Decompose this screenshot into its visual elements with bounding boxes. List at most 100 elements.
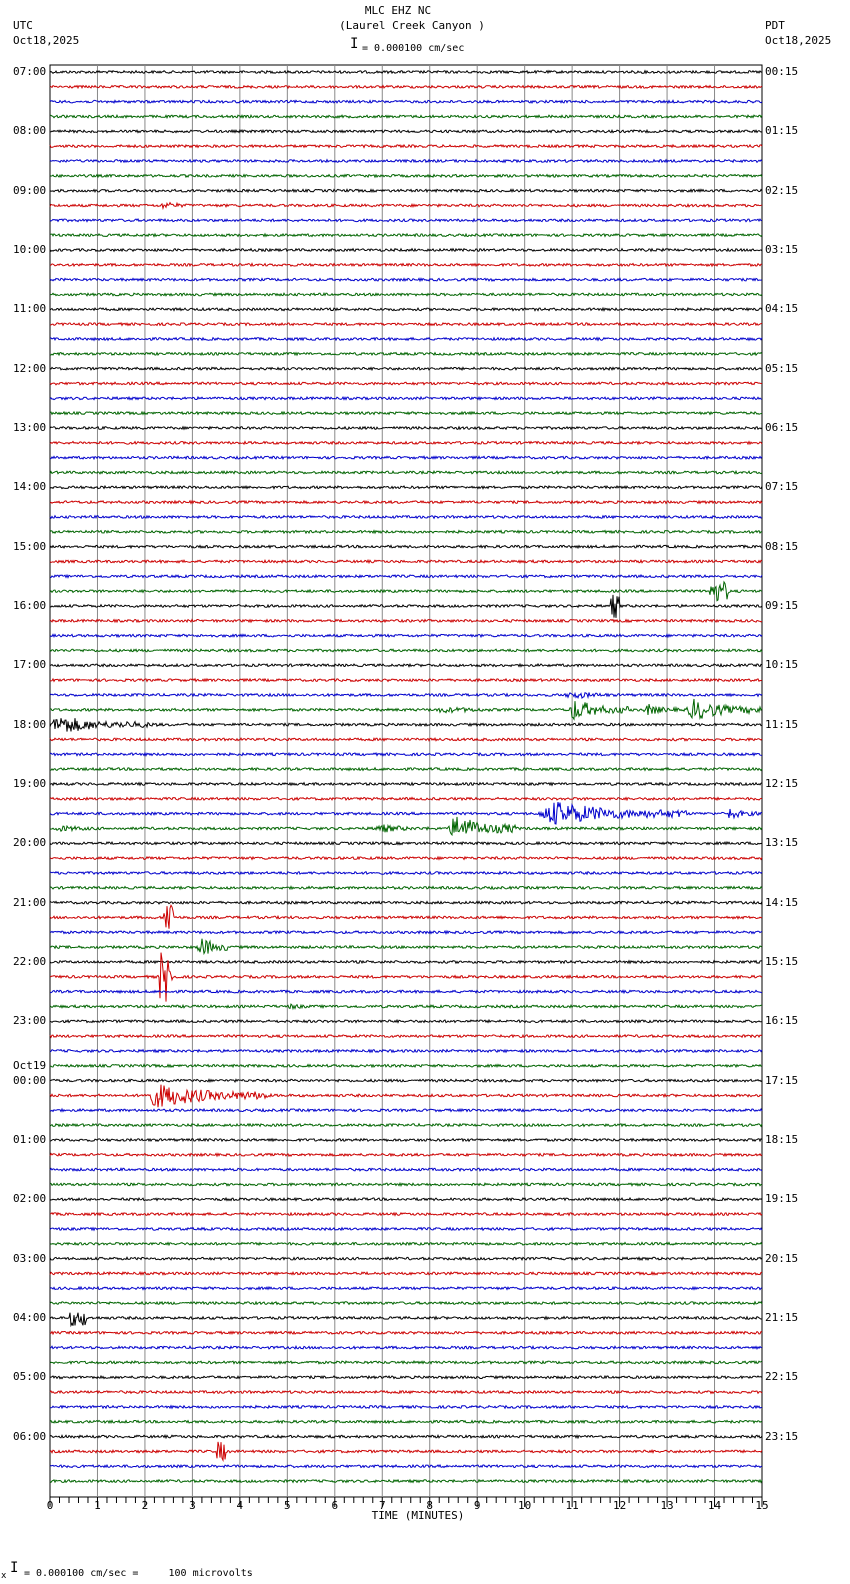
x-tick-label: 0 <box>46 1499 54 1512</box>
trace-line <box>49 1312 763 1328</box>
utc-hour-label: 07:00 <box>13 65 47 78</box>
footer-scale-text: = 0.000100 cm/sec = 100 microvolts <box>24 1568 253 1579</box>
trace-line <box>49 484 763 490</box>
trace-line <box>49 698 763 721</box>
trace-line <box>49 870 763 876</box>
trace-line <box>50 989 763 995</box>
pdt-hour-label: 20:15 <box>765 1251 799 1265</box>
utc-hour-label: 04:00 <box>13 1310 47 1324</box>
trace-line <box>49 262 763 268</box>
trace-line <box>49 1078 763 1084</box>
trace-line <box>49 1404 762 1410</box>
trace-line <box>49 1107 763 1113</box>
trace-line <box>49 469 763 475</box>
trace-line <box>49 247 763 253</box>
trace-line <box>49 99 763 104</box>
trace-line <box>49 277 763 283</box>
trace-line <box>49 737 763 742</box>
trace-line <box>49 1359 763 1366</box>
trace-line <box>49 904 763 929</box>
trace-line <box>49 952 763 1002</box>
trace-line <box>49 900 763 905</box>
pdt-hour-label: 10:15 <box>765 658 799 672</box>
trace-line <box>49 840 763 846</box>
utc-hour-label: 20:00 <box>13 836 47 850</box>
x-tick-label: 11 <box>565 1499 579 1512</box>
trace-line <box>49 1389 763 1395</box>
utc-hour-label: 00:00 <box>13 1073 47 1087</box>
trace-line <box>49 158 763 164</box>
x-tick-label: 10 <box>518 1499 532 1512</box>
trace-line <box>49 1084 763 1108</box>
utc-hour-label: 11:00 <box>13 302 47 316</box>
trace-line <box>49 1122 763 1128</box>
trace-line <box>49 113 763 120</box>
x-tick-label: 3 <box>189 1499 196 1512</box>
pdt-hour-label: 06:15 <box>765 420 799 434</box>
trace-line <box>49 1003 763 1011</box>
trace-line <box>50 662 763 668</box>
trace-line <box>49 766 763 772</box>
trace-line <box>49 781 763 787</box>
trace-line <box>49 718 763 732</box>
trace-line <box>49 173 763 179</box>
trace-line <box>49 1018 763 1024</box>
trace-line <box>49 1463 763 1469</box>
utc-hour-label: 06:00 <box>13 1429 47 1443</box>
trace-line <box>49 336 763 342</box>
utc-hour-label: 22:00 <box>13 954 47 968</box>
utc-hour-label: 18:00 <box>13 717 47 731</box>
trace-line <box>49 201 763 211</box>
trace-line <box>49 691 763 700</box>
pdt-hour-label: 18:15 <box>765 1132 799 1146</box>
trace-line <box>49 677 763 683</box>
trace-line <box>49 1167 763 1173</box>
trace-line <box>49 351 763 357</box>
trace-line <box>49 816 763 837</box>
x-tick-label: 5 <box>284 1499 291 1512</box>
trace-line <box>49 381 762 386</box>
trace-line <box>49 558 763 565</box>
trace-line <box>49 217 763 223</box>
utc-hour-label: 01:00 <box>13 1132 47 1146</box>
x-tick-label: 15 <box>755 1499 769 1512</box>
trace-line <box>49 1270 763 1276</box>
trace-line <box>49 84 763 90</box>
trace-line <box>49 1374 763 1380</box>
trace-line <box>49 855 763 861</box>
pdt-hour-label: 07:15 <box>765 480 799 494</box>
trace-line <box>49 1478 763 1484</box>
utc-hour-label: 05:00 <box>13 1370 47 1384</box>
pdt-hour-label: 00:15 <box>765 65 799 78</box>
trace-line <box>49 594 763 618</box>
trace-line <box>49 366 763 372</box>
trace-line <box>50 232 763 238</box>
trace-line <box>49 440 763 446</box>
trace-line <box>49 802 763 825</box>
trace-line <box>49 938 763 956</box>
utc-hour-label: 17:00 <box>13 658 47 672</box>
pdt-hour-label: 11:15 <box>765 717 799 731</box>
trace-line <box>49 796 763 802</box>
pdt-hour-label: 09:15 <box>765 598 799 612</box>
trace-line <box>49 580 763 602</box>
trace-line <box>49 959 763 965</box>
trace-line <box>49 395 763 401</box>
pdt-hour-label: 02:15 <box>765 183 799 197</box>
x-axis-label: TIME (MINUTES) <box>371 1509 465 1522</box>
date-change-label: Oct19 <box>13 1058 47 1072</box>
trace-line <box>49 1419 763 1425</box>
pdt-hour-label: 12:15 <box>765 776 799 790</box>
x-tick-label: 2 <box>141 1499 149 1512</box>
x-tick-label: 6 <box>331 1499 339 1512</box>
trace-line <box>49 1285 763 1291</box>
trace-line <box>49 1181 763 1187</box>
utc-hour-label: 09:00 <box>13 183 47 197</box>
trace-line <box>49 1344 763 1351</box>
utc-hour-label: 12:00 <box>13 361 47 375</box>
trace-line <box>49 633 763 639</box>
footer-scale-bar-icon: I <box>10 1560 19 1576</box>
pdt-hour-label: 14:15 <box>765 895 799 909</box>
trace-line <box>49 885 763 891</box>
trace-line <box>49 1300 763 1306</box>
